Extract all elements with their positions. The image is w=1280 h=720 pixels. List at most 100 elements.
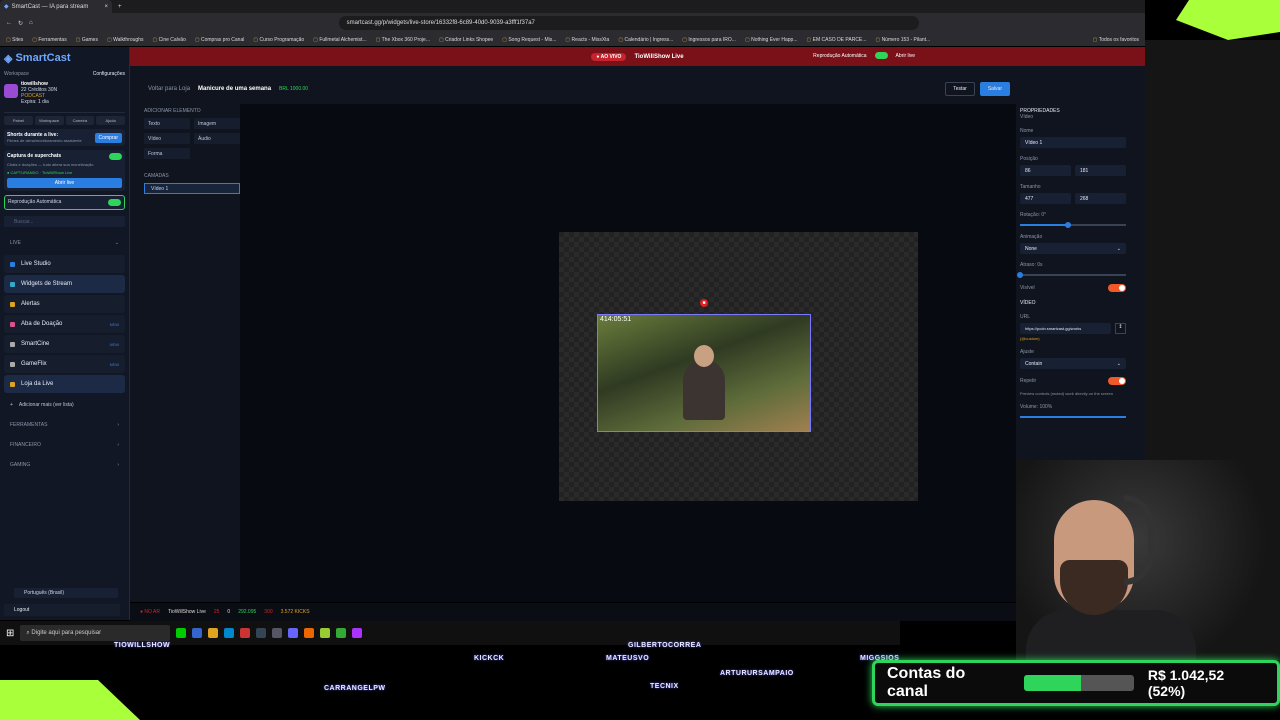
section-gaming[interactable]: GAMING › <box>4 455 125 475</box>
canvas[interactable]: ■ 414:05:51 <box>559 232 918 501</box>
bookmark[interactable]: Games <box>76 37 98 43</box>
bookmark[interactable]: Compras pro Canal <box>195 37 244 43</box>
url-field[interactable]: smartcast.gg/p/widgets/live-store/16332f… <box>338 16 919 30</box>
bookmark[interactable]: Walkthroughs <box>107 37 143 43</box>
language-select[interactable]: Português (Brasil) <box>14 588 118 598</box>
video-url-field[interactable]: https://pcdn.smartcast.gg/works <box>1020 323 1111 334</box>
bookmark[interactable]: Calendário | Ingress... <box>618 37 673 43</box>
nav-smartcine[interactable]: SmartCine NEW <box>4 335 125 353</box>
nav-widgets[interactable]: Widgets de Stream <box>4 275 125 293</box>
rotation-label: Rotação: 0° <box>1020 212 1047 218</box>
taskbar-search[interactable]: ⌕ Digite aqui para pesquisar <box>20 625 171 641</box>
video-element[interactable]: 414:05:51 <box>597 314 811 432</box>
logo[interactable]: ◈ SmartCast <box>4 47 125 69</box>
taskbar-app-icon[interactable] <box>320 628 331 638</box>
test-button[interactable]: Testar <box>945 82 975 96</box>
add-shape-button[interactable]: Forma <box>144 148 190 159</box>
section-financeiro[interactable]: FINANCEIRO › <box>4 435 125 455</box>
bookmark[interactable]: Criador Links Shopee <box>439 37 493 43</box>
taskbar-app-icon[interactable] <box>288 628 299 638</box>
bookmark[interactable]: Reacts - MissXta <box>565 37 610 43</box>
taskbar-app-icon[interactable] <box>352 628 363 638</box>
back-link[interactable]: Voltar para Loja <box>148 86 190 92</box>
taskbar-app-icon[interactable] <box>192 628 203 638</box>
section-ferramentas[interactable]: FERRAMENTAS › <box>4 415 125 435</box>
delay-slider[interactable] <box>1017 272 1126 278</box>
volume-slider[interactable] <box>1020 416 1126 418</box>
quick-carreira[interactable]: Carreira <box>65 116 95 125</box>
quick-painel[interactable]: Painel <box>4 116 33 125</box>
reload-icon[interactable]: ↻ <box>18 20 23 27</box>
browser-tab[interactable]: ◆ SmartCast — IA para stream × <box>0 0 112 13</box>
rotation-slider[interactable] <box>1020 222 1126 228</box>
taskbar-app-icon[interactable] <box>176 628 187 638</box>
nav-doacao[interactable]: Aba de Doação NEW <box>4 315 125 333</box>
bookmark[interactable]: Cine Calvão <box>152 37 186 43</box>
bookmark[interactable]: Song Request - Mis... <box>502 37 556 43</box>
taskbar-app-icon[interactable] <box>224 628 235 638</box>
quick-workspace[interactable]: Workspace <box>34 116 64 125</box>
capture-toggle[interactable] <box>109 153 122 160</box>
bookmark[interactable]: The Xbox 360 Proje... <box>376 37 430 43</box>
autoplay-sidebar-toggle[interactable] <box>108 199 121 206</box>
bookmark[interactable]: Ferramentas <box>32 37 66 43</box>
quick-ajuda[interactable]: Ajuda <box>96 116 125 125</box>
bookmark[interactable]: Número 153 - Pilant... <box>875 37 931 43</box>
workspace-card[interactable]: tiowillshow 22 Créditos 30N PODCAST Expi… <box>4 79 125 113</box>
width-field[interactable]: 477 <box>1020 193 1071 204</box>
section-live[interactable]: LIVE ⌄ <box>4 233 125 253</box>
height-field[interactable]: 268 <box>1075 193 1126 204</box>
nav-gameflix[interactable]: GameFlix NEW <box>4 355 125 373</box>
bookmark[interactable]: Fullmetal Alchemist... <box>313 37 366 43</box>
bookmark[interactable]: Ingressos para IRO... <box>682 37 736 43</box>
bookmark[interactable]: Sites <box>6 37 23 43</box>
bookmark[interactable]: Curso Programação <box>253 37 304 43</box>
viewer-name: TECNIX <box>650 683 679 690</box>
repeat-toggle[interactable] <box>1108 377 1126 385</box>
settings-link[interactable]: Configurações <box>93 71 125 77</box>
taskbar-app-icon[interactable] <box>240 628 251 638</box>
taskbar-app-icon[interactable] <box>336 628 347 638</box>
delete-icon[interactable]: ■ <box>700 299 708 307</box>
back-icon[interactable]: ← <box>6 20 12 26</box>
home-icon[interactable]: ⌂ <box>29 20 33 26</box>
add-audio-button[interactable]: Áudio <box>194 133 240 144</box>
fit-select[interactable]: Contain ⌄ <box>1020 358 1126 369</box>
x-field[interactable]: 86 <box>1020 165 1071 176</box>
layer-item[interactable]: Vídeo 1 <box>144 183 240 194</box>
nav-live-studio[interactable]: Live Studio <box>4 255 125 273</box>
viewer-name: TIOWILLSHOW <box>114 642 171 649</box>
plus-icon: + <box>10 402 13 408</box>
y-field[interactable]: 181 <box>1075 165 1126 176</box>
search-input[interactable]: Buscar... <box>4 216 125 227</box>
save-button[interactable]: Salvar <box>979 82 1010 96</box>
open-live-button[interactable]: Abrir live <box>896 53 915 59</box>
logout-button[interactable]: Logout <box>4 604 120 616</box>
taskbar-app-icon[interactable] <box>304 628 315 638</box>
new-tab-icon[interactable]: + <box>118 4 122 10</box>
all-favorites[interactable]: Todos os favoritos <box>1093 37 1139 43</box>
taskbar-app-icon[interactable] <box>208 628 219 638</box>
animation-select[interactable]: None ⌄ <box>1020 243 1126 254</box>
bookmark[interactable]: Nothing Ever Happ... <box>745 37 797 43</box>
nav-label: Loja da Live <box>21 381 54 387</box>
add-video-button[interactable]: Vídeo <box>144 133 190 144</box>
visible-toggle[interactable] <box>1108 284 1126 292</box>
add-image-button[interactable]: Imagem <box>194 118 240 129</box>
add-text-button[interactable]: Texto <box>144 118 190 129</box>
nav-loja[interactable]: Loja da Live <box>4 375 125 393</box>
slider-knob[interactable] <box>1064 222 1071 228</box>
start-icon[interactable]: ⊞ <box>6 628 14 639</box>
open-live-sidebar-button[interactable]: Abrir live <box>7 178 122 188</box>
nav-alertas[interactable]: Alertas <box>4 295 125 313</box>
taskbar-app-icon[interactable] <box>272 628 283 638</box>
add-more-link[interactable]: + Adicionar mais (ver lista) <box>4 395 125 415</box>
name-field[interactable]: Vídeo 1 <box>1020 137 1126 148</box>
close-tab-icon[interactable]: × <box>104 4 108 10</box>
upload-icon[interactable]: ↥ <box>1115 323 1126 334</box>
slider-knob[interactable] <box>1017 272 1023 278</box>
bookmark[interactable]: EM CASO DE PARCE... <box>807 37 867 43</box>
taskbar-app-icon[interactable] <box>256 628 267 638</box>
autoplay-toggle[interactable] <box>874 52 888 59</box>
buy-button[interactable]: Comprar <box>94 132 122 143</box>
